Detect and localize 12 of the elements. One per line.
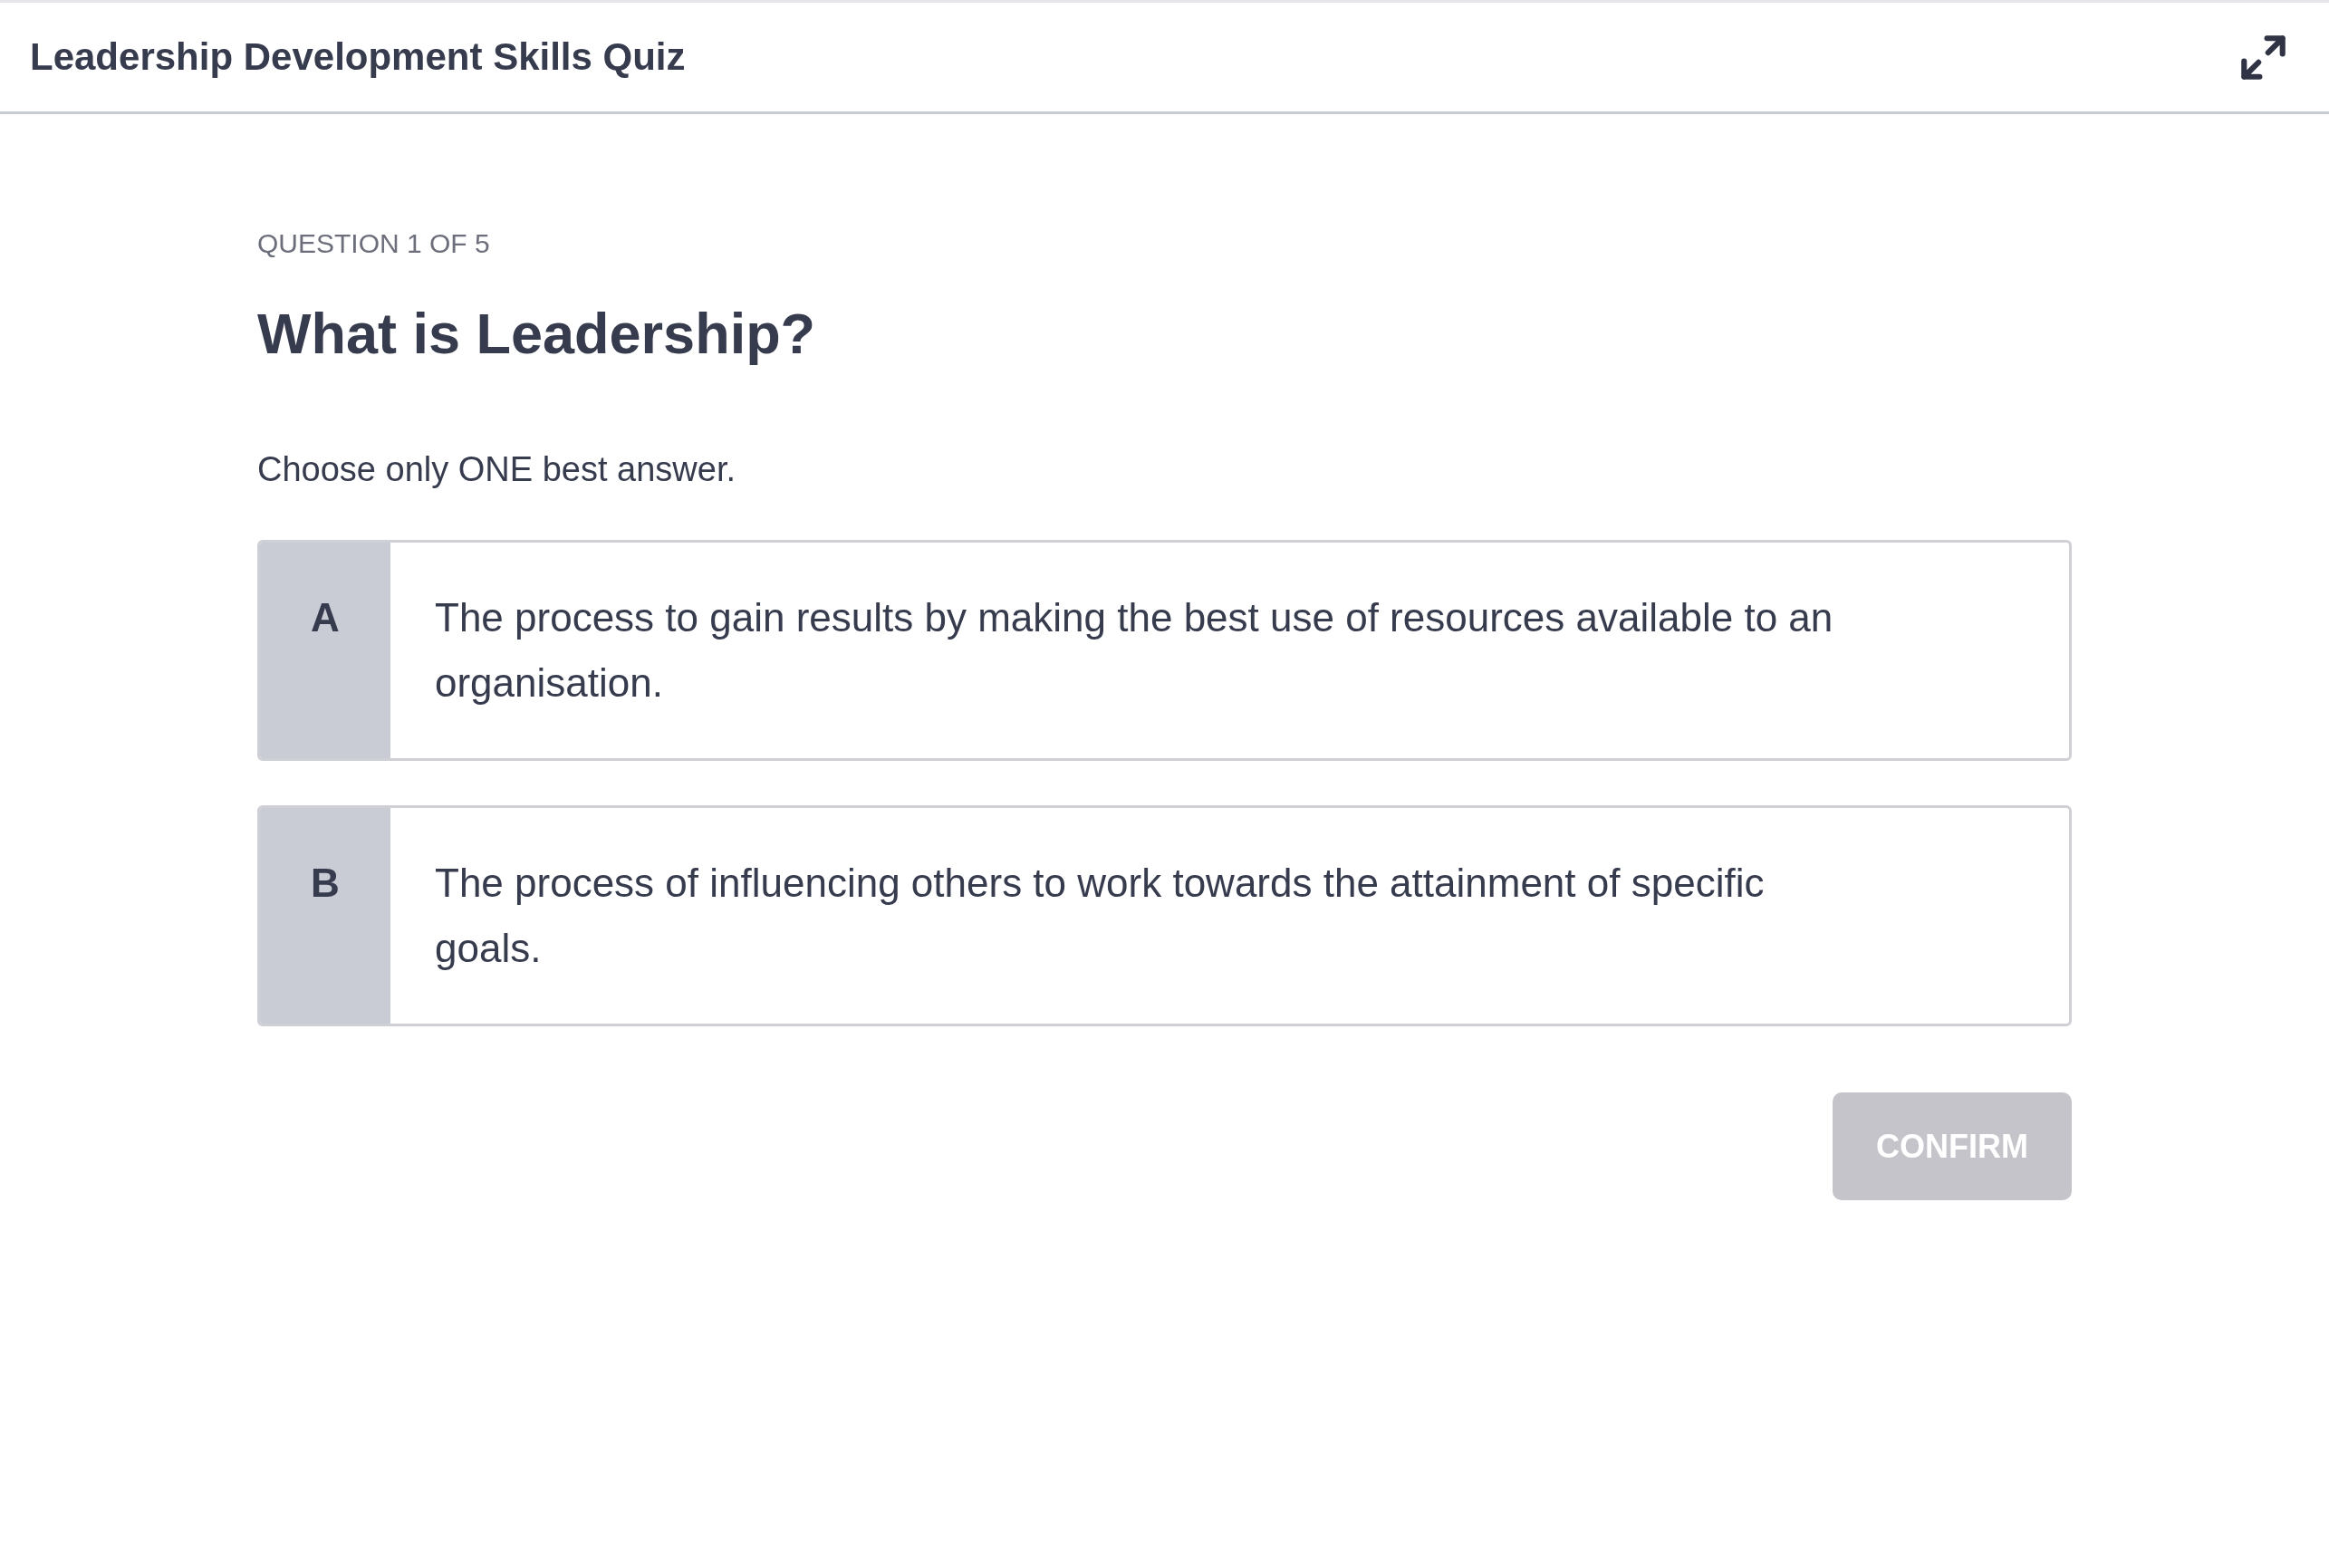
quiz-title: Leadership Development Skills Quiz [30, 34, 686, 80]
answer-option[interactable]: B The process of influencing others to work towards the attainment of specific goals. [257, 805, 2072, 1027]
option-letter: A [260, 543, 390, 759]
answer-option[interactable]: A The process to gain results by making the best use of resources available to an organisation. [257, 540, 2072, 762]
instruction-text: Choose only ONE best answer. [257, 448, 737, 490]
expand-button[interactable] [2241, 34, 2286, 80]
question-counter: QUESTION 1 OF 5 [257, 227, 491, 260]
expand-icon [2241, 34, 2286, 80]
question-title: What is Leadership? [257, 301, 817, 367]
option-letter: B [260, 808, 390, 1024]
option-text: The process of influencing others to work towards the attainment of specific goals. [434, 860, 1766, 973]
option-text: The process to gain results by making the best use of resources available to an organisation. [434, 594, 1834, 707]
